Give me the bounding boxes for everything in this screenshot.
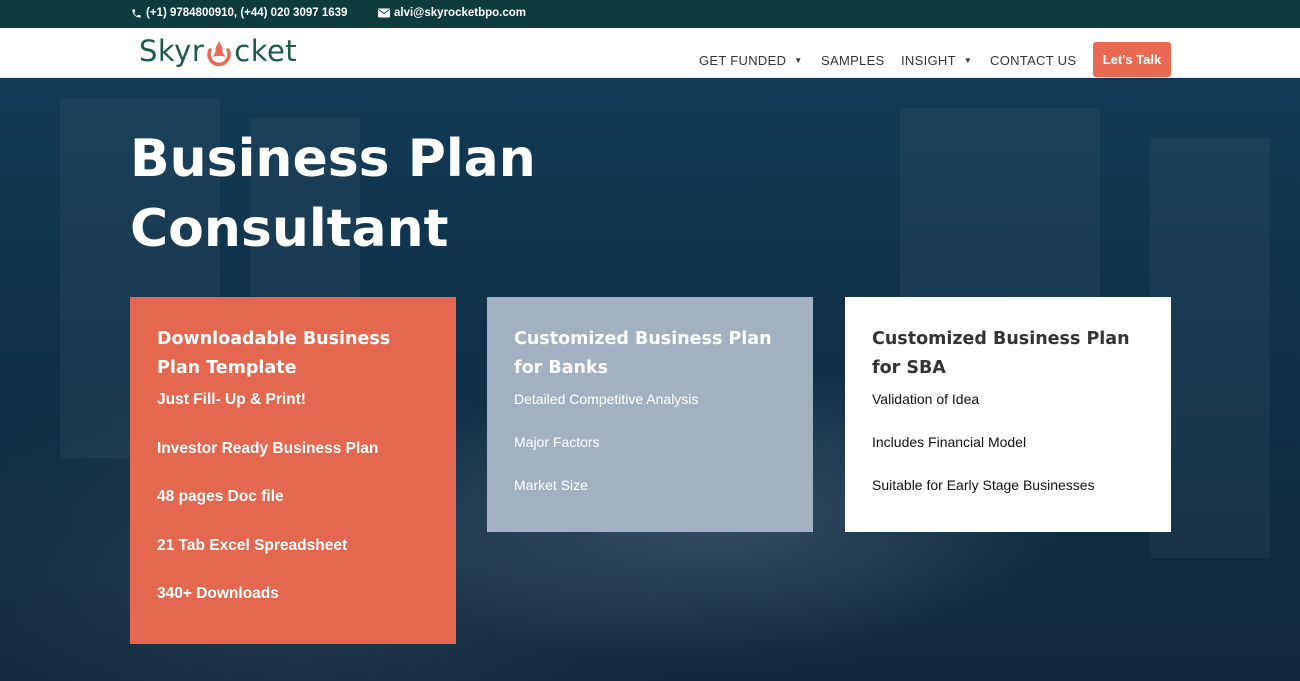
list-item: Suitable for Early Stage Businesses — [872, 477, 1095, 493]
list-item: Just Fill- Up & Print! — [157, 391, 306, 408]
card-title: Customized Business Plan for Banks — [514, 329, 772, 378]
logo-text-prefix: Skyr — [139, 34, 205, 68]
list-item: Validation of Idea — [872, 391, 980, 407]
logo-text-suffix: cket — [234, 34, 298, 68]
nav-insight-label: INSIGHT — [901, 52, 956, 68]
list-item: Detailed Competitive Analysis — [514, 391, 699, 407]
lets-talk-button[interactable]: Let's Talk — [1093, 42, 1171, 77]
site-header: Skyr cket GET FUNDED ▼ SAMPLES INSIGHT ▼… — [0, 28, 1300, 78]
rocket-o-icon — [205, 39, 233, 67]
page-title: Business Plan Consultant — [130, 124, 650, 264]
feature-list: Detailed Competitive Analysis Major Fact… — [514, 378, 786, 507]
phone-contact[interactable]: (+1) 9784800910, (+44) 020 3097 1639 — [131, 7, 347, 19]
phone-icon — [131, 8, 142, 19]
card-title: Downloadable Business Plan Template — [157, 329, 391, 378]
list-item: Market Size — [514, 477, 588, 493]
card-title: Customized Business Plan for SBA — [872, 329, 1130, 378]
list-item: Includes Financial Model — [872, 434, 1027, 450]
nav-get-funded-label: GET FUNDED — [699, 52, 787, 68]
skyrocket-logo[interactable]: Skyr cket — [139, 33, 297, 69]
email-address: alvi@skyrocketbpo.com — [394, 7, 527, 19]
sba-card[interactable]: Customized Business Plan for SBA Validat… — [845, 297, 1171, 532]
envelope-icon — [378, 8, 390, 18]
title-line-1: Business Plan — [130, 129, 536, 189]
nav-insight[interactable]: INSIGHT ▼ — [901, 52, 972, 68]
template-card[interactable]: Downloadable Business Plan Template Just… — [130, 297, 456, 644]
top-contact-bar: (+1) 9784800910, (+44) 020 3097 1639 alv… — [0, 0, 1300, 28]
caret-down-icon: ▼ — [963, 55, 973, 65]
banks-card[interactable]: Customized Business Plan for Banks Detai… — [487, 297, 813, 532]
caret-down-icon: ▼ — [794, 55, 803, 65]
email-contact[interactable]: alvi@skyrocketbpo.com — [378, 7, 526, 19]
nav-contact-label: CONTACT US — [990, 52, 1077, 68]
nav-get-funded[interactable]: GET FUNDED ▼ — [699, 52, 802, 68]
list-item: 48 pages Doc file — [157, 488, 284, 505]
list-item: Investor Ready Business Plan — [157, 439, 379, 457]
list-item: 21 Tab Excel Spreadsheet — [157, 536, 348, 554]
nav-contact-us[interactable]: CONTACT US — [990, 52, 1076, 68]
nav-samples[interactable]: SAMPLES — [821, 52, 885, 68]
nav-samples-label: SAMPLES — [821, 52, 885, 68]
list-item: Major Factors — [514, 434, 600, 450]
feature-list: Just Fill- Up & Print! Investor Ready Bu… — [157, 376, 429, 619]
feature-list: Validation of Idea Includes Financial Mo… — [872, 378, 1144, 507]
hero-section: Business Plan Consultant Downloadable Bu… — [0, 78, 1300, 681]
list-item: 340+ Downloads — [157, 585, 279, 602]
title-line-2: Consultant — [130, 199, 449, 259]
phone-numbers: (+1) 9784800910, (+44) 020 3097 1639 — [146, 7, 348, 19]
